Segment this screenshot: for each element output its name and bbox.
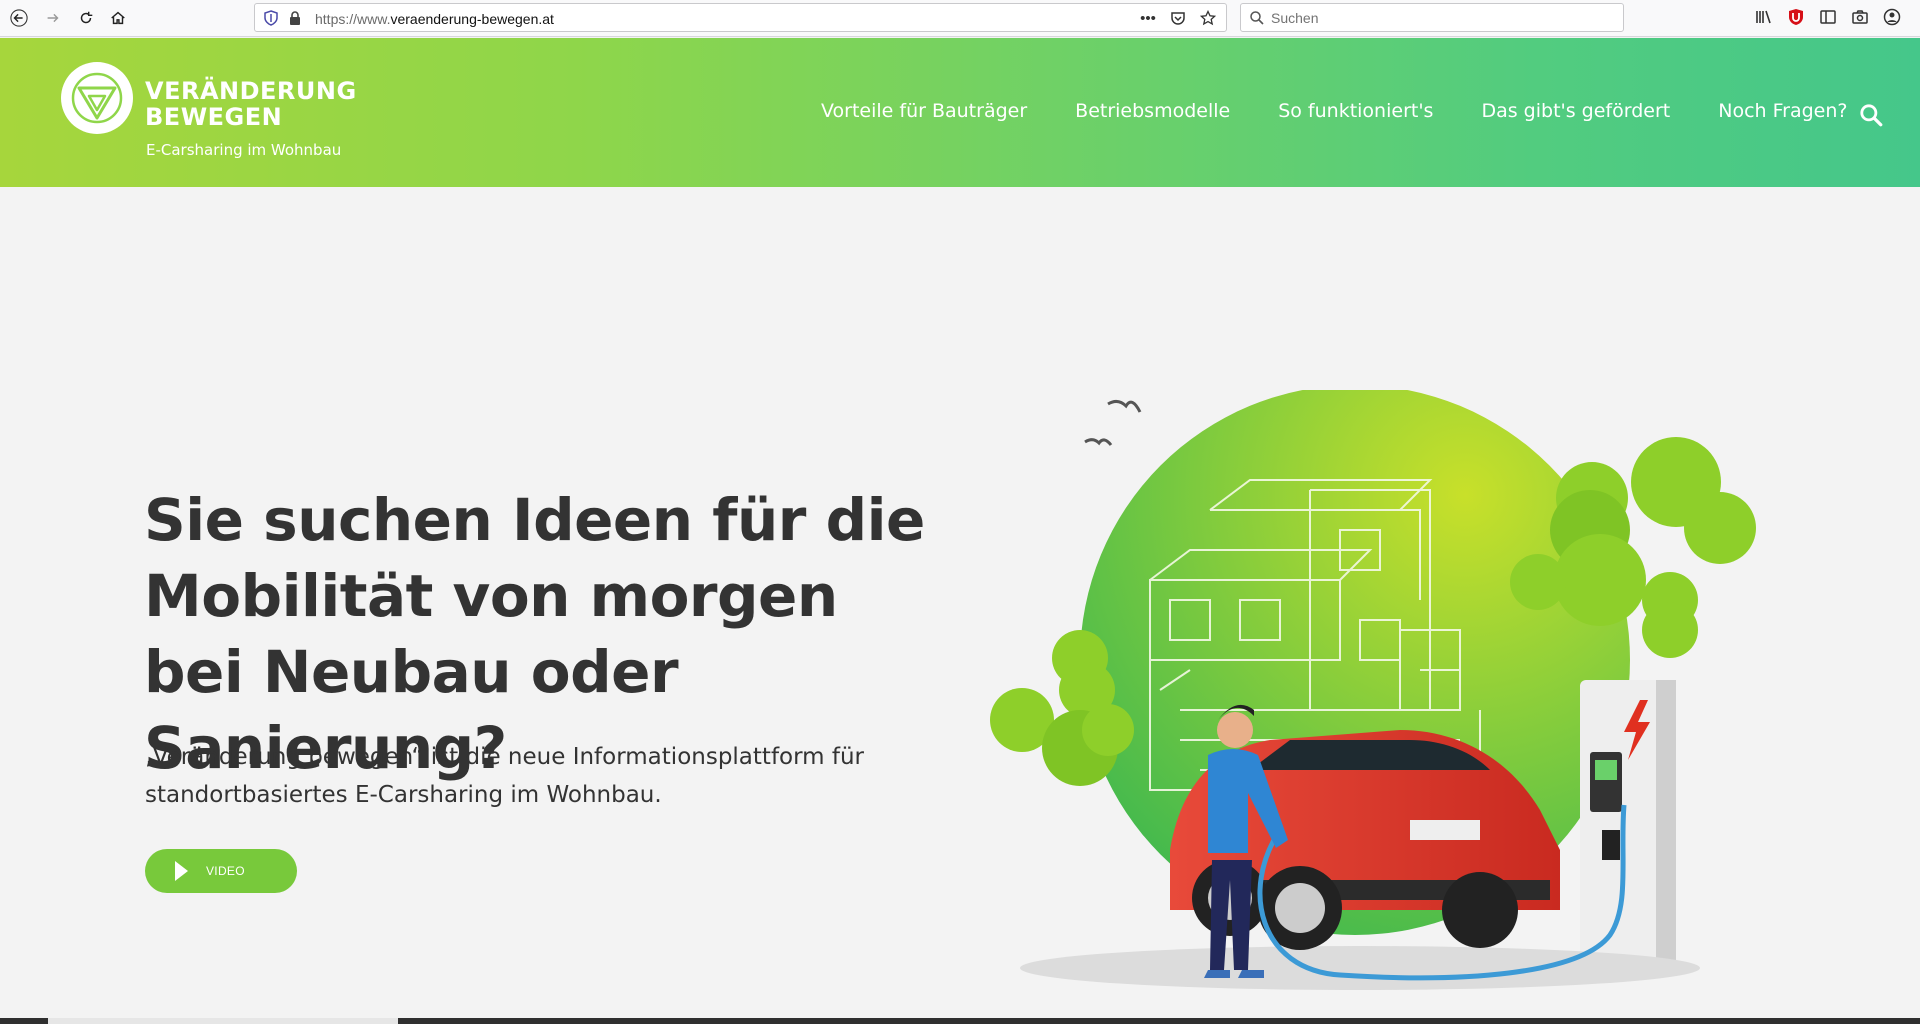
main-nav: Vorteile für Bauträger Betriebsmodelle S… — [821, 100, 1895, 122]
url-bar[interactable]: https://www.veraenderung-bewegen.at ••• — [254, 3, 1227, 32]
browser-search-input[interactable] — [1271, 8, 1601, 28]
home-button[interactable] — [103, 4, 133, 32]
site-header: VERÄNDERUNG BEWEGEN E-Carsharing im Wohn… — [0, 38, 1920, 187]
url-prefix: https://www. — [315, 11, 391, 27]
more-icon[interactable]: ••• — [1138, 8, 1158, 28]
ublock-icon[interactable] — [1786, 6, 1806, 28]
forward-button[interactable] — [38, 4, 68, 32]
shield-icon[interactable] — [263, 10, 279, 26]
bottom-strip — [0, 1018, 1920, 1024]
video-button-label: VIDEO — [206, 864, 245, 878]
back-button[interactable] — [4, 4, 34, 32]
site-search-icon[interactable] — [1858, 102, 1884, 128]
nav-item-so-funktionierts[interactable]: So funktioniert's — [1278, 100, 1433, 122]
hero-illustration — [990, 390, 1756, 990]
home-icon — [111, 11, 125, 25]
play-icon — [175, 861, 188, 881]
logo-icon[interactable] — [61, 62, 133, 134]
account-icon[interactable] — [1882, 6, 1902, 28]
lock-icon[interactable] — [287, 10, 303, 26]
nav-item-noch-fragen[interactable]: Noch Fragen? — [1718, 100, 1847, 122]
logo-subtitle: E-Carsharing im Wohnbau — [146, 141, 342, 159]
pocket-icon[interactable] — [1168, 8, 1188, 28]
birds — [1084, 399, 1142, 446]
video-button[interactable]: VIDEO — [145, 849, 297, 893]
back-icon — [10, 9, 28, 27]
browser-toolbar: https://www.veraenderung-bewegen.at ••• — [0, 0, 1920, 37]
sidebar-icon[interactable] — [1818, 6, 1838, 28]
browser-search-bar[interactable] — [1240, 3, 1624, 32]
url-text[interactable]: https://www.veraenderung-bewegen.at — [315, 11, 554, 27]
url-host: veraenderung-bewegen.at — [390, 11, 554, 27]
library-icon[interactable] — [1754, 6, 1774, 28]
logo-wordmark[interactable]: VERÄNDERUNG BEWEGEN — [145, 78, 357, 130]
screenshot-icon[interactable] — [1850, 6, 1870, 28]
hero-text: „Veränderung bewegen“ ist die neue Infor… — [145, 744, 865, 808]
bottom-tab-segment — [48, 1018, 398, 1024]
star-icon[interactable] — [1198, 8, 1218, 28]
forward-icon — [47, 13, 59, 23]
reload-icon — [80, 11, 93, 24]
logo-line-1: VERÄNDERUNG — [145, 77, 357, 105]
reload-button[interactable] — [71, 4, 101, 32]
nav-item-betriebsmodelle[interactable]: Betriebsmodelle — [1075, 100, 1230, 122]
search-icon — [1250, 11, 1264, 25]
logo-line-2: BEWEGEN — [145, 103, 283, 131]
nav-item-vorteile[interactable]: Vorteile für Bauträger — [821, 100, 1027, 122]
nav-item-gefoerdert[interactable]: Das gibt's gefördert — [1481, 100, 1670, 122]
charging-station — [1580, 680, 1676, 970]
